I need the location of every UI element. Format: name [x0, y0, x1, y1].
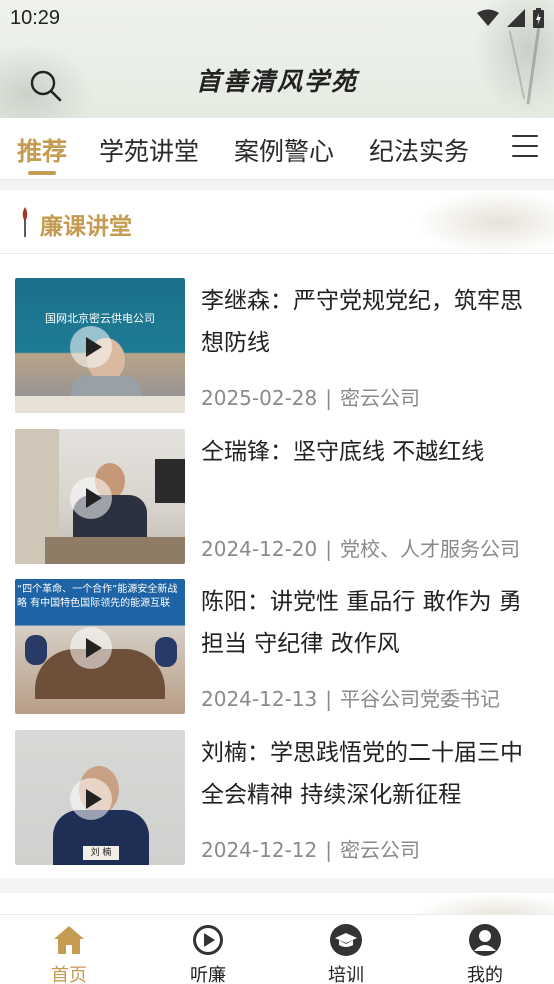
battery-icon — [533, 8, 544, 28]
article-title: 陈阳：讲党性 重品行 敢作为 勇担当 守纪律 改作风 — [201, 589, 522, 657]
wifi-icon — [477, 9, 499, 26]
article-source: 密云公司 — [339, 386, 420, 410]
desk — [15, 396, 185, 413]
flower-decoration — [414, 190, 554, 253]
section-title: 廉课讲堂 — [40, 214, 132, 240]
article-title: 仝瑞锋：坚守底线 不越红线 — [201, 439, 485, 465]
video-thumbnail: 国网北京密云供电公司 — [15, 278, 185, 413]
tab-recommend[interactable]: 推荐 — [17, 132, 67, 168]
video-thumbnail: “四个革命、一个合作”能源安全新战略 有中国特色国际领先的能源互联 — [15, 579, 185, 714]
tab-case-warnings[interactable]: 案例警心 — [234, 132, 334, 168]
article-item[interactable]: 国网北京密云供电公司 李继森：严守党规党纪，筑牢思想防线 2025-02-28 |… — [0, 278, 554, 418]
app-title: 首善清风学苑 — [195, 67, 358, 96]
article-date: 2024-12-20 — [201, 537, 318, 561]
play-icon — [70, 778, 112, 820]
article-item[interactable]: 刘 楠 刘楠：学思践悟党的二十届三中全会精神 持续深化新征程 2024-12-1… — [0, 730, 554, 870]
play-icon — [70, 477, 112, 519]
menu-icon[interactable] — [512, 135, 538, 161]
status-time: 10:29 — [10, 7, 61, 29]
article-date: 2024-12-12 — [201, 838, 318, 862]
app-root: 10:29 首善清风学苑 推荐 学苑讲堂 案例警心 纪法实务 廉课讲堂 国网北京… — [0, 0, 554, 984]
brush-icon — [22, 207, 28, 237]
video-thumbnail: 刘 楠 — [15, 730, 185, 865]
attendee — [155, 637, 177, 667]
name-plate: 刘 楠 — [83, 846, 119, 860]
nav-home[interactable]: 首页 — [29, 923, 109, 984]
article-item[interactable]: “四个革命、一个合作”能源安全新战略 有中国特色国际领先的能源互联 陈阳：讲党性… — [0, 579, 554, 719]
article-title: 李继森：严守党规党纪，筑牢思想防线 — [201, 288, 523, 356]
monitor — [155, 459, 185, 503]
graduation-cap-icon — [330, 924, 362, 956]
section-header: 廉课讲堂 — [0, 190, 554, 254]
thumb-banner: 国网北京密云供电公司 — [45, 312, 155, 325]
play-circle-icon — [193, 925, 223, 955]
nav-listen[interactable]: 听廉 — [168, 923, 248, 984]
video-thumbnail — [15, 429, 185, 564]
tab-lecture-hall[interactable]: 学苑讲堂 — [99, 132, 199, 168]
play-icon — [70, 326, 112, 368]
signal-icon — [507, 9, 525, 27]
attendee — [25, 635, 47, 665]
nav-training[interactable]: 培训 — [306, 923, 386, 984]
article-source: 党校、人才服务公司 — [339, 537, 520, 561]
article-meta: 2025-02-28 | 密云公司 — [201, 386, 420, 410]
user-icon — [469, 924, 501, 956]
article-title: 刘楠：学思践悟党的二十届三中全会精神 持续深化新征程 — [201, 740, 523, 808]
bottom-nav: 首页 听廉 培训 我的 — [0, 914, 554, 984]
nav-label: 听廉 — [190, 965, 226, 984]
article-meta: 2024-12-12 | 密云公司 — [201, 838, 420, 862]
article-source: 密云公司 — [339, 838, 420, 862]
play-icon — [70, 627, 112, 669]
tab-bar: 推荐 学苑讲堂 案例警心 纪法实务 — [0, 118, 554, 180]
nav-label: 首页 — [51, 965, 87, 984]
tab-discipline-practice[interactable]: 纪法实务 — [369, 132, 469, 168]
nav-label: 我的 — [467, 965, 503, 984]
article-meta: 2024-12-13 | 平谷公司党委书记 — [201, 687, 500, 711]
article-date: 2024-12-13 — [201, 687, 318, 711]
header: 10:29 首善清风学苑 — [0, 0, 554, 118]
status-bar: 10:29 — [0, 0, 554, 38]
home-icon — [54, 926, 84, 954]
active-tab-indicator — [28, 171, 56, 175]
article-meta: 2024-12-20 | 党校、人才服务公司 — [201, 537, 520, 561]
article-date: 2025-02-28 — [201, 386, 318, 410]
article-item[interactable]: 仝瑞锋：坚守底线 不越红线 2024-12-20 | 党校、人才服务公司 — [0, 429, 554, 569]
status-icons — [477, 8, 544, 28]
article-source: 平谷公司党委书记 — [339, 687, 500, 711]
thumb-banner: “四个革命、一个合作”能源安全新战略 有中国特色国际领先的能源互联 — [17, 584, 178, 609]
desk — [45, 537, 185, 564]
lecture-section: 廉课讲堂 国网北京密云供电公司 李继森：严守党规党纪，筑牢思想防线 2025-0… — [0, 190, 554, 878]
nav-mine[interactable]: 我的 — [445, 923, 525, 984]
nav-label: 培训 — [328, 965, 364, 984]
